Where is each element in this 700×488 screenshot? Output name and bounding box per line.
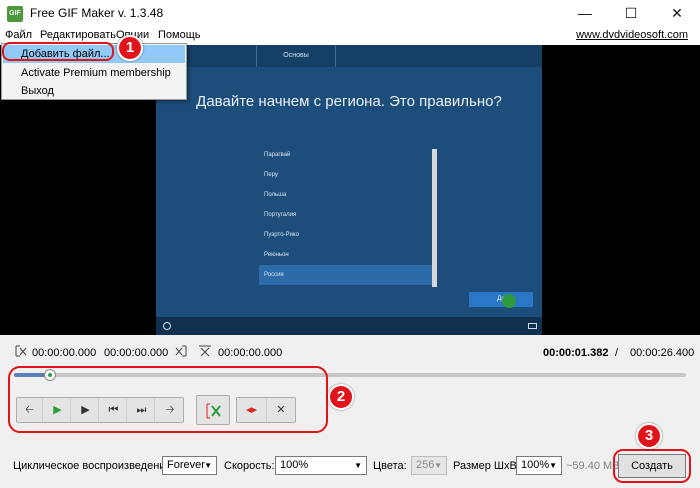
step-badge-1: 1 (117, 35, 143, 61)
chevron-down-icon: ▼ (549, 461, 557, 470)
menu-help[interactable]: Помощь (158, 29, 201, 41)
keyboard-icon (528, 323, 537, 329)
step-badge-2: 2 (328, 384, 354, 410)
highlight-ring-controls (8, 366, 328, 433)
maximize-button[interactable]: ☐ (608, 0, 654, 28)
video-frame: Основы Давайте начнем с региона. Это пра… (156, 45, 542, 335)
frame-question: Давайте начнем с региона. Это правильно? (196, 93, 502, 110)
menu-file[interactable]: Файл (5, 29, 32, 41)
power-icon (163, 322, 171, 330)
frame-header (156, 45, 542, 67)
size-label: Размер ШxВ: (453, 460, 520, 472)
close-button[interactable]: ✕ (654, 0, 700, 28)
speed-value: 100% (280, 459, 309, 471)
frame-yes-button: Да (469, 292, 533, 307)
menu-item-premium[interactable]: Activate Premium membership (3, 64, 185, 82)
region-item: Парагвай (264, 152, 291, 158)
region-item: Португалия (264, 212, 297, 218)
cut-marker-icon[interactable] (198, 344, 212, 358)
minimize-button[interactable]: — (562, 0, 608, 28)
website-link[interactable]: www.dvdvideosoft.com (576, 29, 688, 41)
set-end-marker-icon[interactable] (174, 344, 188, 358)
loop-value: Forever (167, 459, 205, 471)
colors-value: 256 (416, 459, 435, 471)
chevron-down-icon: ▼ (354, 461, 362, 470)
chevron-down-icon: ▼ (204, 461, 212, 470)
size-value: 100% (521, 459, 550, 471)
speed-label: Скорость: (224, 460, 275, 472)
region-item: Реюньон (264, 252, 289, 258)
menu-edit[interactable]: Редактировать (40, 29, 116, 41)
step-badge-3: 3 (636, 423, 662, 449)
highlight-ring-add-file (2, 42, 114, 61)
current-time: 00:00:01.382 (543, 347, 609, 359)
region-item: Пуэрто-Рико (264, 232, 299, 238)
loop-label: Циклическое воспроизведение: (13, 460, 175, 472)
colors-label: Цвета: (373, 460, 407, 472)
time-separator: / (615, 347, 619, 359)
size-select[interactable]: 100% ▼ (516, 456, 562, 475)
region-item: Перу (264, 172, 278, 178)
loop-select[interactable]: Forever ▼ (162, 456, 217, 475)
frame-tab: Основы (256, 45, 336, 67)
region-scrollbar (432, 149, 437, 287)
cursor-highlight-icon (502, 294, 516, 308)
total-time: 00:00:26.400 (630, 347, 695, 359)
chevron-down-icon: ▼ (434, 461, 442, 470)
app-icon: GIF (7, 6, 23, 22)
start-time: 00:00:00.000 (32, 347, 97, 359)
region-item: Польша (264, 192, 287, 198)
menu-item-exit[interactable]: Выход (3, 82, 185, 100)
file-size: ~59.40 MB (566, 460, 620, 472)
frame-footer (156, 317, 542, 335)
window-title: Free GIF Maker v. 1.3.48 (30, 6, 164, 20)
set-start-marker-icon[interactable] (14, 344, 28, 358)
speed-select[interactable]: 100% ▼ (275, 456, 367, 475)
colors-select: 256 ▼ (411, 456, 447, 475)
highlight-ring-create (613, 449, 691, 483)
region-list: Парагвай Перу Польша Португалия Пуэрто-Р… (259, 145, 439, 285)
region-item-selected: Россия (259, 265, 435, 285)
end-time: 00:00:00.000 (104, 347, 169, 359)
cut-time: 00:00:00.000 (218, 347, 283, 359)
